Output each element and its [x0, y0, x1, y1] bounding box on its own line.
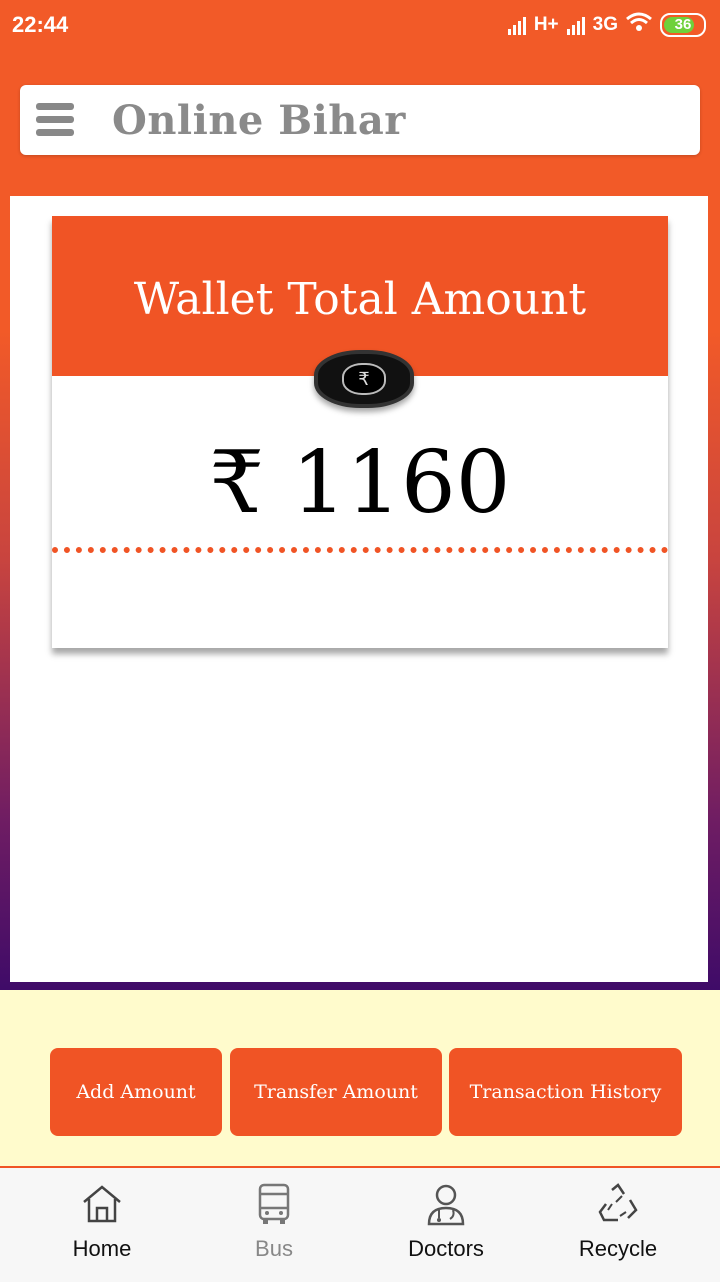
- status-time: 22:44: [12, 12, 69, 37]
- network-type-2: 3G: [592, 13, 618, 35]
- signal-icon: [507, 15, 526, 35]
- home-icon: [83, 1185, 121, 1223]
- wallet-actions: Add Amount Transfer Amount Transaction H…: [50, 1048, 684, 1136]
- wallet-card: Wallet Total Amount ₹ ₹ 1160: [52, 216, 668, 648]
- bottom-navigation: Home Bus Doctors Recycle: [0, 1166, 720, 1282]
- app-title: Online Bihar: [112, 97, 406, 144]
- nav-label-home: Home: [72, 1236, 132, 1261]
- add-amount-button[interactable]: Add Amount: [50, 1048, 222, 1136]
- transaction-history-button[interactable]: Transaction History: [449, 1048, 682, 1136]
- nav-item-doctors[interactable]: Doctors: [366, 1182, 526, 1274]
- main-content: Wallet Total Amount ₹ ₹ 1160: [10, 196, 708, 982]
- nav-item-bus[interactable]: Bus: [194, 1182, 354, 1274]
- transfer-amount-button[interactable]: Transfer Amount: [230, 1048, 442, 1136]
- app-toolbar: Online Bihar: [20, 85, 700, 155]
- status-icons: H+ 3G 36: [507, 12, 706, 37]
- rupee-symbol-icon: ₹: [342, 363, 386, 395]
- doctor-icon: [427, 1184, 465, 1226]
- nav-label-bus: Bus: [255, 1236, 293, 1261]
- bus-icon: [258, 1183, 290, 1224]
- hamburger-icon[interactable]: [36, 103, 74, 137]
- dotted-divider: [52, 547, 668, 553]
- wallet-amount: ₹ 1160: [209, 433, 511, 533]
- nav-label-recycle: Recycle: [578, 1236, 658, 1261]
- wifi-icon: [626, 12, 652, 37]
- status-bar: 22:44 H+ 3G 36: [0, 0, 720, 52]
- nav-label-doctors: Doctors: [408, 1236, 484, 1261]
- recycle-icon: [598, 1183, 638, 1222]
- rupee-coin-icon: ₹: [314, 350, 414, 408]
- battery-icon: 36: [660, 12, 706, 37]
- network-type-1: H+: [533, 13, 559, 35]
- signal-icon-2: [566, 15, 585, 35]
- nav-item-recycle[interactable]: Recycle: [538, 1182, 698, 1274]
- battery-level: 36: [674, 16, 692, 33]
- wallet-title: Wallet Total Amount: [133, 274, 587, 325]
- nav-item-home[interactable]: Home: [22, 1182, 182, 1274]
